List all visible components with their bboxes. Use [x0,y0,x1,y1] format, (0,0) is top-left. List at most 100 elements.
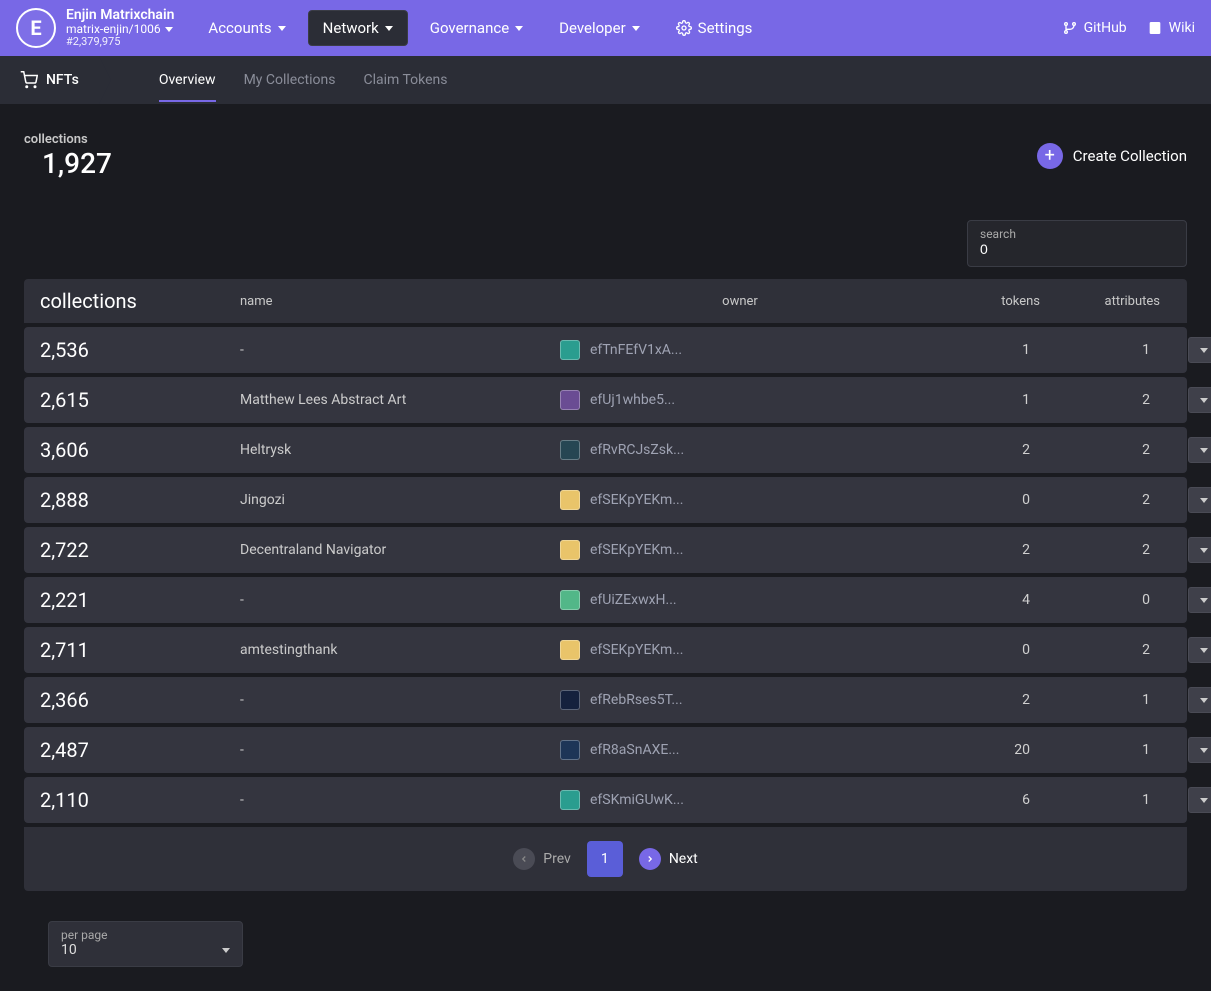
row-actions-button[interactable] [1188,437,1211,463]
tab-claim-tokens[interactable]: Claim Tokens [363,58,447,102]
plus-icon: + [1037,143,1063,169]
cell-id: 2,615 [40,388,240,412]
github-link[interactable]: GitHub [1062,20,1127,36]
cell-attributes: 2 [1040,392,1160,408]
chevron-down-icon [1200,748,1208,753]
cell-name: Heltrysk [240,442,560,458]
identicon-icon [560,340,580,360]
cell-id: 2,110 [40,788,240,812]
cell-name: Jingozi [240,492,560,508]
table-row: 2,110 - efSKmiGUwK... 6 1 [24,777,1187,823]
row-actions-button[interactable] [1188,537,1211,563]
row-actions-button[interactable] [1188,337,1211,363]
nav-network[interactable]: Network [308,10,408,46]
tab-my-collections[interactable]: My Collections [244,58,336,102]
chevron-down-icon [1200,648,1208,653]
per-page-select[interactable]: per page 10 [48,921,243,967]
cell-attributes: 2 [1040,492,1160,508]
cell-owner[interactable]: efSEKpYEKm... [560,640,920,660]
nav-developer[interactable]: Developer [545,11,654,45]
row-actions-button[interactable] [1188,737,1211,763]
chevron-down-icon [165,27,173,32]
cell-id: 2,722 [40,538,240,562]
identicon-icon [560,590,580,610]
cell-tokens: 20 [920,742,1040,758]
table-row: 2,711 amtestingthank efSEKpYEKm... 0 2 [24,627,1187,673]
cell-id: 2,366 [40,688,240,712]
row-actions-button[interactable] [1188,787,1211,813]
table-row: 2,888 Jingozi efSEKpYEKm... 0 2 [24,477,1187,523]
tab-overview[interactable]: Overview [159,58,216,102]
chain-selector[interactable]: Enjin Matrixchain matrix-enjin/1006 #2,3… [66,8,174,49]
chevron-down-icon [1200,598,1208,603]
cell-attributes: 1 [1040,742,1160,758]
row-actions-button[interactable] [1188,487,1211,513]
row-actions-button[interactable] [1188,387,1211,413]
cell-id: 2,888 [40,488,240,512]
table-row: 2,487 - efR8aSnAXE... 20 1 [24,727,1187,773]
chevron-down-icon [1200,348,1208,353]
cell-owner[interactable]: efSEKpYEKm... [560,540,920,560]
create-collection-button[interactable]: + Create Collection [1037,143,1187,169]
cell-owner[interactable]: efUiZExwxH... [560,590,920,610]
block-number: #2,379,975 [66,36,174,48]
cell-owner[interactable]: efSEKpYEKm... [560,490,920,510]
chevron-down-icon [632,26,640,31]
cell-tokens: 2 [920,542,1040,558]
git-branch-icon [1062,20,1078,36]
identicon-icon [560,440,580,460]
logo-icon[interactable]: E [16,8,56,48]
search-input[interactable] [980,241,1174,257]
identicon-icon [560,640,580,660]
identicon-icon [560,540,580,560]
chevron-down-icon [1200,698,1208,703]
cell-owner[interactable]: efRebRses5T... [560,690,920,710]
cell-attributes: 2 [1040,442,1160,458]
collections-stat: collections 1,927 [24,132,112,180]
cart-icon [20,71,38,89]
cell-owner[interactable]: efRvRCJsZsk... [560,440,920,460]
table-row: 2,615 Matthew Lees Abstract Art efUj1whb… [24,377,1187,423]
nav-settings[interactable]: Settings [662,11,767,45]
cell-attributes: 1 [1040,342,1160,358]
th-tokens: tokens [920,294,1040,309]
chevron-down-icon [1200,498,1208,503]
search-field[interactable]: search [967,220,1187,267]
cell-tokens: 1 [920,342,1040,358]
identicon-icon [560,390,580,410]
chevron-down-icon [515,26,523,31]
cell-name: Decentraland Navigator [240,542,560,558]
cell-owner[interactable]: efSKmiGUwK... [560,790,920,810]
cell-owner[interactable]: efTnFEfV1xA... [560,340,920,360]
chevron-down-icon [222,948,230,953]
cell-tokens: 2 [920,692,1040,708]
cell-attributes: 2 [1040,542,1160,558]
cell-owner[interactable]: efUj1whbe5... [560,390,920,410]
cell-id: 3,606 [40,438,240,462]
cell-name: - [240,692,560,708]
wiki-link[interactable]: Wiki [1147,20,1195,36]
cell-attributes: 2 [1040,642,1160,658]
row-actions-button[interactable] [1188,587,1211,613]
chain-title: Enjin Matrixchain [66,8,174,23]
cell-name: - [240,742,560,758]
cell-tokens: 1 [920,392,1040,408]
gear-icon [676,20,692,36]
nav-governance[interactable]: Governance [416,11,537,45]
cell-tokens: 0 [920,642,1040,658]
next-button[interactable]: Next [639,848,698,870]
row-actions-button[interactable] [1188,687,1211,713]
chevron-down-icon [1200,448,1208,453]
th-collections: collections [40,289,240,313]
book-icon [1147,20,1163,36]
pagination: Prev 1 Next [24,827,1187,891]
breadcrumb-nfts: NFTs [0,56,99,104]
chevron-down-icon [385,26,393,31]
table-row: 3,606 Heltrysk efRvRCJsZsk... 2 2 [24,427,1187,473]
page-number[interactable]: 1 [587,841,623,877]
row-actions-button[interactable] [1188,637,1211,663]
identicon-icon [560,690,580,710]
chevron-down-icon [278,26,286,31]
nav-accounts[interactable]: Accounts [194,11,299,45]
cell-owner[interactable]: efR8aSnAXE... [560,740,920,760]
